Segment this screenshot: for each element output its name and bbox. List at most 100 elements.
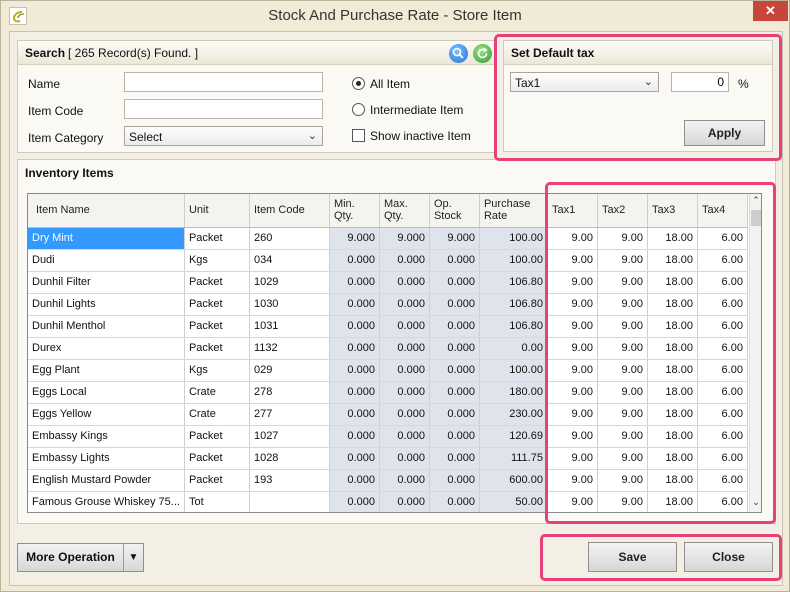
- cell-purchase-rate[interactable]: 106.80: [479, 315, 548, 338]
- cell-unit[interactable]: Packet: [184, 337, 250, 360]
- cell-min-qty[interactable]: 0.000: [329, 447, 380, 470]
- cell-min-qty[interactable]: 0.000: [329, 249, 380, 272]
- cell-item-code[interactable]: 278: [249, 381, 330, 404]
- cell-max-qty[interactable]: 0.000: [379, 293, 430, 316]
- cell-purchase-rate[interactable]: 106.80: [479, 293, 548, 316]
- col-header-op-stock[interactable]: Op. Stock: [429, 194, 480, 228]
- cell-purchase-rate[interactable]: 50.00: [479, 491, 548, 512]
- cell-min-qty[interactable]: 0.000: [329, 315, 380, 338]
- cell-purchase-rate[interactable]: 100.00: [479, 227, 548, 250]
- cell-purchase-rate[interactable]: 100.00: [479, 249, 548, 272]
- cell-max-qty[interactable]: 0.000: [379, 315, 430, 338]
- cell-purchase-rate[interactable]: 111.75: [479, 447, 548, 470]
- cell-min-qty[interactable]: 9.000: [329, 227, 380, 250]
- cell-unit[interactable]: Tot: [184, 491, 250, 512]
- cell-max-qty[interactable]: 0.000: [379, 359, 430, 382]
- cell-unit[interactable]: Packet: [184, 293, 250, 316]
- show-inactive-checkbox[interactable]: [352, 129, 365, 142]
- cell-min-qty[interactable]: 0.000: [329, 491, 380, 512]
- cell-unit[interactable]: Kgs: [184, 249, 250, 272]
- cell-max-qty[interactable]: 0.000: [379, 425, 430, 448]
- cell-item-name[interactable]: Dunhil Menthol: [28, 315, 185, 338]
- cell-item-code[interactable]: 260: [249, 227, 330, 250]
- cell-op-stock[interactable]: 0.000: [429, 491, 480, 512]
- cell-item-code[interactable]: 277: [249, 403, 330, 426]
- cell-max-qty[interactable]: 0.000: [379, 491, 430, 512]
- cell-unit[interactable]: Packet: [184, 469, 250, 492]
- cell-op-stock[interactable]: 0.000: [429, 359, 480, 382]
- col-header-max-qty[interactable]: Max. Qty.: [379, 194, 430, 228]
- col-header-min-qty[interactable]: Min. Qty.: [329, 194, 380, 228]
- cell-purchase-rate[interactable]: 180.00: [479, 381, 548, 404]
- cell-item-code[interactable]: [249, 491, 330, 512]
- window-close-button[interactable]: ✕: [753, 1, 788, 21]
- cell-max-qty[interactable]: 0.000: [379, 249, 430, 272]
- cell-purchase-rate[interactable]: 100.00: [479, 359, 548, 382]
- col-header-unit[interactable]: Unit: [184, 194, 250, 228]
- cell-unit[interactable]: Packet: [184, 227, 250, 250]
- cell-min-qty[interactable]: 0.000: [329, 271, 380, 294]
- more-operation-button[interactable]: More Operation ▼: [17, 543, 144, 572]
- cell-item-code[interactable]: 1132: [249, 337, 330, 360]
- cell-purchase-rate[interactable]: 120.69: [479, 425, 548, 448]
- cell-max-qty[interactable]: 0.000: [379, 403, 430, 426]
- cell-item-name[interactable]: Eggs Yellow: [28, 403, 185, 426]
- cell-op-stock[interactable]: 0.000: [429, 337, 480, 360]
- cell-min-qty[interactable]: 0.000: [329, 293, 380, 316]
- cell-min-qty[interactable]: 0.000: [329, 469, 380, 492]
- more-operation-label[interactable]: More Operation: [18, 544, 124, 571]
- cell-max-qty[interactable]: 0.000: [379, 381, 430, 404]
- col-header-item-name[interactable]: Item Name: [28, 194, 185, 228]
- cell-item-code[interactable]: 1027: [249, 425, 330, 448]
- name-field[interactable]: [124, 72, 323, 92]
- cell-item-name[interactable]: Dry Mint: [28, 227, 185, 250]
- cell-item-code[interactable]: 034: [249, 249, 330, 272]
- cell-purchase-rate[interactable]: 106.80: [479, 271, 548, 294]
- cell-item-code[interactable]: 193: [249, 469, 330, 492]
- cell-item-name[interactable]: Embassy Lights: [28, 447, 185, 470]
- cell-item-name[interactable]: Famous Grouse Whiskey 75...: [28, 491, 185, 512]
- col-header-purchase-rate[interactable]: Purchase Rate: [479, 194, 548, 228]
- cell-op-stock[interactable]: 0.000: [429, 249, 480, 272]
- cell-item-name[interactable]: Durex: [28, 337, 185, 360]
- cell-unit[interactable]: Crate: [184, 381, 250, 404]
- cell-item-name[interactable]: Embassy Kings: [28, 425, 185, 448]
- cell-unit[interactable]: Packet: [184, 315, 250, 338]
- refresh-icon[interactable]: [473, 44, 492, 63]
- cell-unit[interactable]: Packet: [184, 425, 250, 448]
- cell-op-stock[interactable]: 0.000: [429, 271, 480, 294]
- cell-purchase-rate[interactable]: 0.00: [479, 337, 548, 360]
- cell-op-stock[interactable]: 0.000: [429, 315, 480, 338]
- cell-unit[interactable]: Packet: [184, 271, 250, 294]
- cell-unit[interactable]: Crate: [184, 403, 250, 426]
- cell-item-name[interactable]: Egg Plant: [28, 359, 185, 382]
- cell-item-name[interactable]: English Mustard Powder: [28, 469, 185, 492]
- cell-item-code[interactable]: 1031: [249, 315, 330, 338]
- cell-min-qty[interactable]: 0.000: [329, 359, 380, 382]
- cell-max-qty[interactable]: 0.000: [379, 469, 430, 492]
- caret-down-icon[interactable]: ▼: [124, 544, 143, 571]
- cell-item-name[interactable]: Eggs Local: [28, 381, 185, 404]
- cell-item-name[interactable]: Dunhil Filter: [28, 271, 185, 294]
- cell-item-code[interactable]: 1030: [249, 293, 330, 316]
- cell-op-stock[interactable]: 0.000: [429, 447, 480, 470]
- cell-unit[interactable]: Kgs: [184, 359, 250, 382]
- cell-op-stock[interactable]: 0.000: [429, 425, 480, 448]
- cell-item-name[interactable]: Dudi: [28, 249, 185, 272]
- cell-op-stock[interactable]: 0.000: [429, 469, 480, 492]
- cell-max-qty[interactable]: 0.000: [379, 337, 430, 360]
- cell-max-qty[interactable]: 0.000: [379, 271, 430, 294]
- cell-op-stock[interactable]: 0.000: [429, 293, 480, 316]
- cell-min-qty[interactable]: 0.000: [329, 381, 380, 404]
- cell-min-qty[interactable]: 0.000: [329, 425, 380, 448]
- cell-purchase-rate[interactable]: 230.00: [479, 403, 548, 426]
- item-code-field[interactable]: [124, 99, 323, 119]
- intermediate-item-radio[interactable]: [352, 103, 365, 116]
- cell-op-stock[interactable]: 0.000: [429, 403, 480, 426]
- cell-max-qty[interactable]: 9.000: [379, 227, 430, 250]
- cell-item-name[interactable]: Dunhil Lights: [28, 293, 185, 316]
- cell-item-code[interactable]: 029: [249, 359, 330, 382]
- search-icon[interactable]: [449, 44, 468, 63]
- all-item-radio[interactable]: [352, 77, 365, 90]
- cell-max-qty[interactable]: 0.000: [379, 447, 430, 470]
